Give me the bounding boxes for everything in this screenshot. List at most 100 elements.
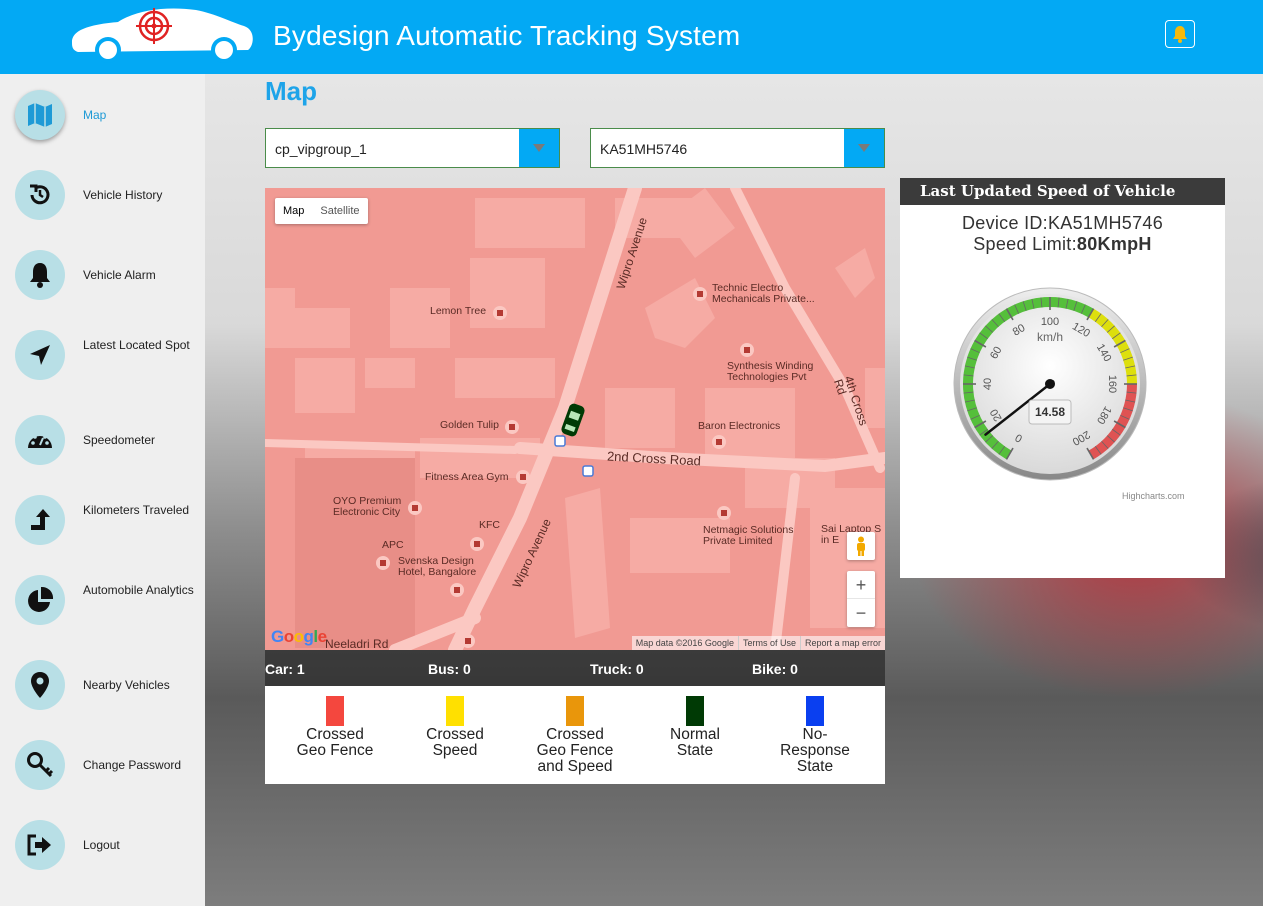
bell-icon <box>1173 26 1187 43</box>
legend-swatch <box>806 696 824 726</box>
poi-label: APC <box>382 539 404 551</box>
road-label: 2nd Cross Road <box>606 448 702 469</box>
poi-hotel-icon <box>505 420 519 434</box>
sidebar-item-automobile-analytics[interactable]: Automobile Analytics <box>0 565 205 635</box>
sidebar-item-logout[interactable]: Logout <box>0 810 205 880</box>
sidebar-item-vehicle-history[interactable]: Vehicle History <box>0 160 205 230</box>
report-error-link[interactable]: Report a map error <box>799 636 885 650</box>
map-type-map-button[interactable]: Map <box>275 198 312 224</box>
road-label: Neeladri Rd <box>325 637 389 650</box>
poi-business-icon <box>461 634 475 648</box>
legend-swatch <box>566 696 584 726</box>
poi-shop-icon <box>712 435 726 449</box>
map-icon <box>15 90 65 140</box>
map-data-attribution: Map data ©2016 Google <box>635 638 734 648</box>
truck-count: Truck: 0 <box>590 661 644 677</box>
history-icon <box>15 170 65 220</box>
poi-business-icon <box>693 287 707 301</box>
car-target-logo-icon <box>72 8 253 63</box>
poi-label: Lemon Tree <box>430 305 487 317</box>
zoom-out-button[interactable]: − <box>847 599 875 627</box>
chevron-down-icon[interactable] <box>519 129 559 167</box>
poi-restaurant-icon <box>470 537 484 551</box>
poi-label: Svenska Design Hotel, Bangalore <box>398 555 477 578</box>
sidebar-item-kilometers-traveled[interactable]: Kilometers Traveled <box>0 485 205 555</box>
poi-gym-icon <box>516 470 530 484</box>
speed-panel-title: Last Updated Speed of Vehicle <box>900 178 1225 205</box>
legend-swatch <box>686 696 704 726</box>
legend-label: Crossed Geo Fence <box>296 726 374 759</box>
key-icon <box>15 740 65 790</box>
map-tiles <box>265 188 885 650</box>
terms-link[interactable]: Terms of Use <box>737 636 800 650</box>
zoom-control: + − <box>847 571 875 627</box>
gauge-tick-label: 40 <box>982 378 994 390</box>
poi-shop-icon <box>376 556 390 570</box>
bell-icon <box>15 250 65 300</box>
legend-swatch <box>326 696 344 726</box>
sidebar-item-label: Speedometer <box>83 433 156 447</box>
legend-item: Normal State <box>635 696 755 759</box>
gauge-needle-pivot <box>1045 379 1055 389</box>
sidebar-item-nearby-vehicles[interactable]: Nearby Vehicles <box>0 650 205 720</box>
car-count: Car: 1 <box>265 661 305 677</box>
legend-label: Normal State <box>670 726 720 759</box>
street-view-pegman-icon[interactable] <box>847 532 875 560</box>
sidebar-item-speedometer[interactable]: Speedometer <box>0 405 205 475</box>
sidebar-item-latest-located-spot[interactable]: Latest Located Spot <box>0 320 205 390</box>
gauge-value-label: 14.58 <box>1035 405 1065 419</box>
sidebar-item-label: Vehicle Alarm <box>83 268 156 282</box>
google-logo: Google <box>271 627 327 646</box>
legend-item: Crossed Geo Fence <box>275 696 395 759</box>
map-type-satellite-button[interactable]: Satellite <box>312 198 367 224</box>
sidebar-item-vehicle-alarm[interactable]: Vehicle Alarm <box>0 240 205 310</box>
chevron-down-icon[interactable] <box>844 129 884 167</box>
status-legend: Crossed Geo Fence Crossed Speed Crossed … <box>265 686 885 784</box>
poi-hotel-icon <box>408 501 422 515</box>
turn-up-arrow-icon <box>15 495 65 545</box>
speed-limit-value: 80KmpH <box>1076 234 1152 254</box>
legend-label: No-Response State <box>780 726 850 775</box>
sidebar-item-label: Nearby Vehicles <box>83 678 170 692</box>
legend-item: Crossed Geo Fence and Speed <box>515 696 635 775</box>
map-footer: Map data ©2016 Google Terms of Use Repor… <box>631 636 885 650</box>
poi-label: KFC <box>479 519 500 531</box>
sidebar-item-map[interactable]: Map <box>0 80 205 150</box>
group-select[interactable]: cp_vipgroup_1 <box>265 128 560 168</box>
device-info: Device ID:KA51MH5746 Speed Limit:80KmpH <box>900 213 1225 255</box>
sidebar-item-label: Change Password <box>83 758 182 772</box>
sidebar-item-change-password[interactable]: Change Password <box>0 730 205 800</box>
poi-label: Baron Electronics <box>698 420 781 432</box>
poi-business-icon <box>740 343 754 357</box>
app-title: Bydesign Automatic Tracking System <box>273 20 741 51</box>
notification-button[interactable] <box>1165 20 1195 48</box>
poi-label: Netmagic Solutions Private Limited <box>703 524 794 547</box>
poi-business-icon <box>717 506 731 520</box>
device-id: Device ID:KA51MH5746 <box>961 213 1164 233</box>
page-title: Map <box>265 76 317 106</box>
speed-panel: Last Updated Speed of Vehicle Device ID:… <box>900 178 1225 578</box>
sidebar-item-label: Latest Located Spot <box>83 338 190 352</box>
zoom-in-button[interactable]: + <box>847 571 875 599</box>
map-view[interactable]: Wipro Avenue Wipro Avenue 2nd Cross Road… <box>265 188 885 650</box>
sidebar-item-label: Automobile Analytics <box>83 583 194 597</box>
poi-label: Golden Tulip <box>440 419 499 431</box>
legend-label: Crossed Speed <box>426 726 484 759</box>
legend-item: Crossed Speed <box>395 696 515 759</box>
sidebar: Map Vehicle History Vehicle Alarm Latest… <box>0 74 205 906</box>
highcharts-credits[interactable]: Highcharts.com <box>1122 491 1185 501</box>
vehicle-counts-bar: Car: 1 Bus: 0 Truck: 0 Bike: 0 <box>265 650 885 686</box>
map-type-control: Map Satellite <box>275 198 368 224</box>
speedometer-gauge: 020406080100 120140160180200km/h14.58 <box>953 287 1147 481</box>
poi-label: Fitness Area Gym <box>425 471 509 483</box>
sidebar-item-label: Vehicle History <box>83 188 163 202</box>
location-arrow-icon <box>15 330 65 380</box>
legend-swatch <box>446 696 464 726</box>
bike-count: Bike: 0 <box>752 661 798 677</box>
gauge-tick-label: 100 <box>1041 316 1059 328</box>
group-select-value: cp_vipgroup_1 <box>275 141 367 157</box>
poi-label: OYO Premium Electronic City <box>333 495 402 518</box>
legend-label: Crossed Geo Fence and Speed <box>536 726 614 775</box>
vehicle-select[interactable]: KA51MH5746 <box>590 128 885 168</box>
sidebar-item-label: Logout <box>83 838 120 852</box>
